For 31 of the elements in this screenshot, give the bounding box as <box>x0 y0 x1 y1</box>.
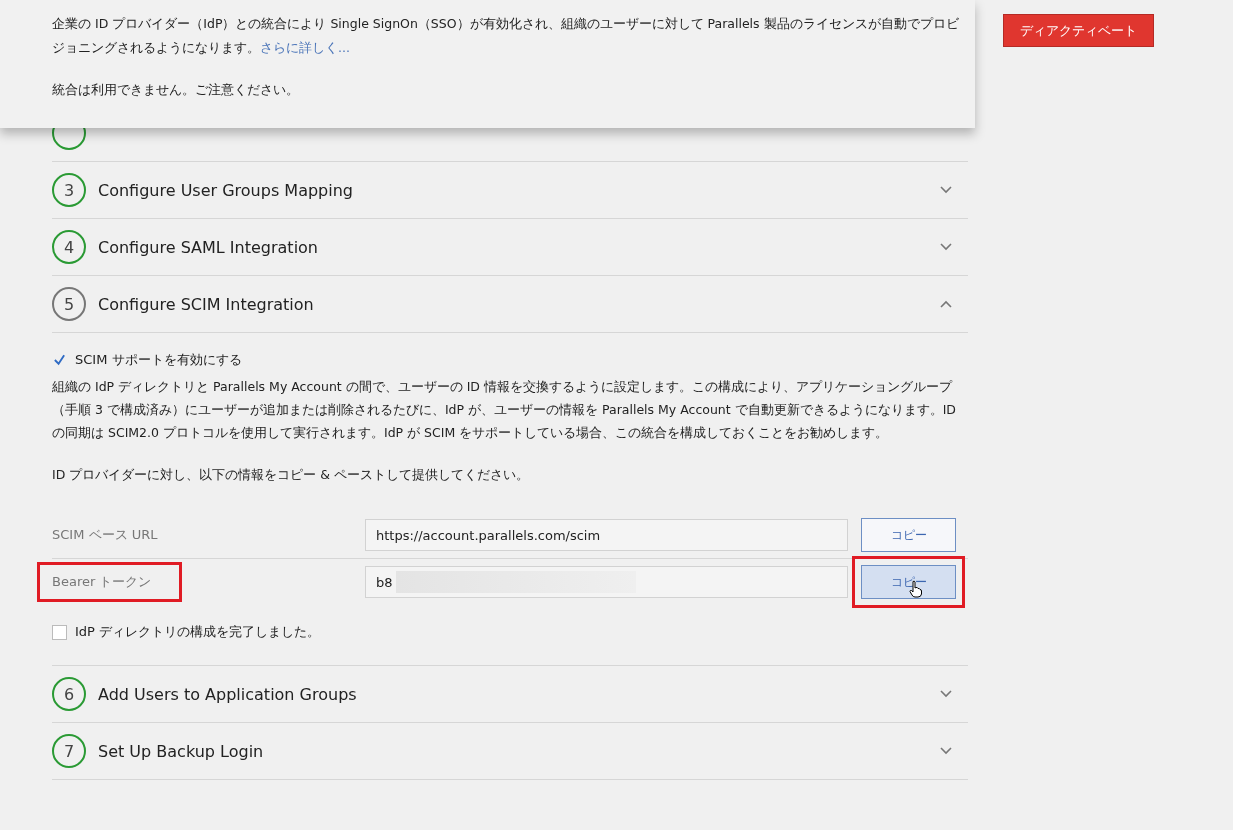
learn-more-link[interactable]: さらに詳しく... <box>260 40 350 55</box>
chevron-icon[interactable] <box>940 747 952 755</box>
step-title[interactable]: Configure User Groups Mapping <box>98 180 940 200</box>
checkbox-label[interactable]: SCIM サポートを有効にする <box>75 351 242 369</box>
chevron-icon[interactable] <box>940 300 952 308</box>
chevron-icon[interactable] <box>940 243 952 251</box>
input-field[interactable]: b8 <box>365 566 848 598</box>
checkbox[interactable] <box>52 352 67 368</box>
chevron-icon[interactable] <box>940 186 952 194</box>
step-number: 4 <box>52 230 86 264</box>
input-field[interactable]: https://account.parallels.com/scim <box>365 519 848 551</box>
banner-text: 企業の ID プロバイダー（IdP）との統合により Single SignOn（SSO）が有効化され、組織のユーザーに対して Parallels 製品のライセンスが自動でプロビジョニングされるようになります。さらに詳しく... <box>52 15 960 57</box>
chevron-icon[interactable] <box>940 690 952 698</box>
notice-text: 統合は利用できません。ご注意ください。 <box>52 82 300 99</box>
description-text: 組織の IdP ディレクトリと Parallels My Account の間で、ユーザーの ID 情報を交換するように設定します。この構成により、アプリケーショングループ（手順 3 で構成済み）にユーザーが追加または削除されるたびに、IdP が、ユーザーの情報を Parallels My Account で自動更新できるようになります。ID の同期は SCIM2.0 プロトコルを使用して実行されます。IdP が SCIM をサポートしている場合、この統合を構成しておくことをお勧めします。 <box>52 378 957 442</box>
field-label: Bearer トークン <box>40 565 180 599</box>
copy-button[interactable]: コピー <box>861 518 956 552</box>
step-number: 7 <box>52 734 86 768</box>
step-title[interactable]: Add Users to Application Groups <box>98 684 940 704</box>
step-number: 5 <box>52 287 86 321</box>
instruction-text: ID プロバイダーに対し、以下の情報をコピー & ペーストして提供してください。 <box>52 467 530 484</box>
checkbox-label[interactable]: IdP ディレクトリの構成を完了しました。 <box>75 623 321 641</box>
step-title[interactable]: Configure SAML Integration <box>98 237 940 257</box>
deactivate-button[interactable]: ディアクティベート <box>1003 14 1154 47</box>
step-title[interactable]: Configure SCIM Integration <box>98 294 940 314</box>
copy-button[interactable]: コピー <box>861 565 956 599</box>
checkbox[interactable] <box>52 624 67 640</box>
step-title[interactable]: Set Up Backup Login <box>98 741 940 761</box>
field-label: SCIM ベース URL <box>52 526 158 544</box>
step-number: 3 <box>52 173 86 207</box>
step-number: 6 <box>52 677 86 711</box>
